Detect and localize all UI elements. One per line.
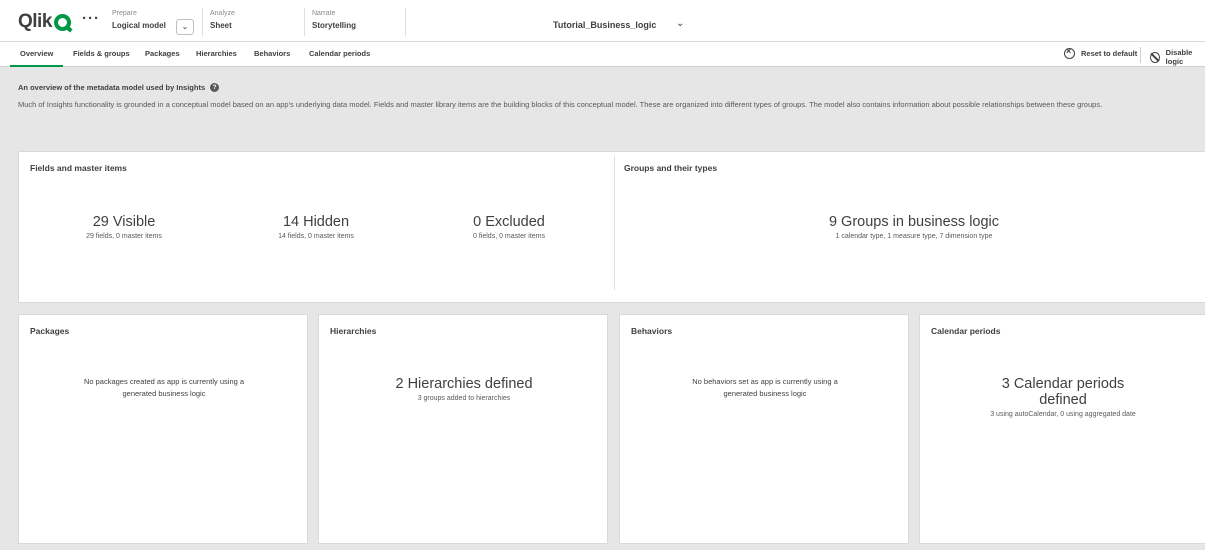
logo-text: Qlik bbox=[18, 11, 52, 32]
intro-title: An overview of the metadata model used b… bbox=[18, 83, 220, 92]
hierarchies-detail: 3 groups added to hierarchies bbox=[417, 395, 511, 402]
hidden-detail: 14 fields, 0 master items bbox=[278, 233, 354, 240]
intro-title-text: An overview of the metadata model used b… bbox=[18, 83, 206, 92]
packages-message: No packages created as app is currently … bbox=[83, 377, 245, 398]
hierarchies-stat: 2 Hierarchies defined 3 groups added to … bbox=[364, 376, 564, 404]
excluded-detail: 0 fields, 0 master items bbox=[473, 233, 545, 240]
hierarchies-card: Hierarchies 2 Hierarchies defined 3 grou… bbox=[318, 314, 608, 544]
tab-behaviors[interactable]: Behaviors bbox=[254, 49, 290, 58]
calendar-card-title: Calendar periods bbox=[931, 326, 1001, 336]
intro-description: Much of Insights functionality is ground… bbox=[18, 100, 1103, 109]
nav-narrate-value: Storytelling bbox=[312, 21, 357, 30]
excluded-stat: 0 Excluded 0 fields, 0 master items bbox=[419, 214, 599, 242]
top-bar: Qlik ··· Prepare Logical model ⌄ Analyze… bbox=[0, 0, 1205, 42]
groups-stat: 9 Groups in business logic 1 calendar ty… bbox=[774, 214, 1054, 242]
behaviors-card-title: Behaviors bbox=[631, 326, 673, 336]
disable-label: Disable logic bbox=[1165, 48, 1193, 66]
calendar-detail: 3 using autoCalendar, 0 using aggregated… bbox=[990, 411, 1136, 418]
qlik-q-icon bbox=[53, 13, 71, 31]
hierarchies-card-title: Hierarchies bbox=[330, 326, 377, 336]
fields-groups-card: Fields and master items Groups and their… bbox=[18, 151, 1205, 303]
tab-bar: Overview Fields & groups Packages Hierar… bbox=[0, 42, 1205, 67]
groups-value: 9 Groups in business logic bbox=[828, 214, 1000, 230]
app-title-chevron-icon[interactable]: ⌄ bbox=[676, 18, 684, 29]
action-separator bbox=[1140, 47, 1141, 63]
tab-calendar-periods[interactable]: Calendar periods bbox=[309, 49, 370, 58]
more-options-button[interactable]: ··· bbox=[82, 10, 100, 27]
nav-prepare-caption: Prepare bbox=[112, 10, 137, 17]
excluded-value: 0 Excluded bbox=[473, 214, 545, 230]
nav-separator bbox=[405, 8, 406, 36]
nav-narrate[interactable]: Narrate Storytelling bbox=[312, 5, 404, 37]
disable-logic-button[interactable]: Disable logic bbox=[1150, 48, 1205, 66]
visible-detail: 29 fields, 0 master items bbox=[86, 233, 162, 240]
nav-narrate-caption: Narrate bbox=[312, 10, 336, 17]
card-divider bbox=[614, 156, 615, 290]
behaviors-card: Behaviors No behaviors set as app is cur… bbox=[619, 314, 909, 544]
app-title[interactable]: Tutorial_Business_logic bbox=[553, 20, 656, 30]
tab-overview[interactable]: Overview bbox=[9, 49, 64, 67]
nav-analyze-caption: Analyze bbox=[210, 10, 235, 17]
calendar-value: 3 Calendar periods defined bbox=[1001, 376, 1125, 408]
nav-separator bbox=[304, 8, 305, 36]
nav-analyze[interactable]: Analyze Sheet bbox=[210, 5, 300, 37]
packages-card: Packages No packages created as app is c… bbox=[18, 314, 308, 544]
qlik-logo[interactable]: Qlik bbox=[18, 11, 71, 33]
behaviors-message: No behaviors set as app is currently usi… bbox=[692, 377, 838, 398]
chevron-down-icon: ⌄ bbox=[181, 22, 189, 31]
calendar-stat: 3 Calendar periods defined 3 using autoC… bbox=[988, 376, 1138, 420]
hierarchies-value: 2 Hierarchies defined bbox=[395, 376, 533, 392]
tab-hierarchies[interactable]: Hierarchies bbox=[196, 49, 237, 58]
calendar-periods-card: Calendar periods 3 Calendar periods defi… bbox=[919, 314, 1205, 544]
nav-separator bbox=[202, 8, 203, 36]
hidden-value: 14 Hidden bbox=[282, 214, 350, 230]
help-icon[interactable]: ? bbox=[210, 83, 220, 92]
reset-icon bbox=[1064, 46, 1075, 59]
groups-card-title: Groups and their types bbox=[624, 163, 718, 173]
prepare-dropdown-button[interactable]: ⌄ bbox=[176, 19, 194, 35]
visible-stat: 29 Visible 29 fields, 0 master items bbox=[34, 214, 214, 242]
reset-to-default-button[interactable]: Reset to default bbox=[1064, 46, 1138, 59]
tab-packages[interactable]: Packages bbox=[145, 49, 180, 58]
groups-detail: 1 calendar type, 1 measure type, 7 dimen… bbox=[835, 233, 993, 240]
nav-analyze-value: Sheet bbox=[210, 21, 232, 30]
packages-card-title: Packages bbox=[30, 326, 70, 336]
fields-card-title: Fields and master items bbox=[30, 163, 127, 173]
reset-label: Reset to default bbox=[1081, 49, 1138, 58]
disable-icon bbox=[1150, 51, 1160, 63]
tab-fields-groups[interactable]: Fields & groups bbox=[73, 49, 130, 58]
hidden-stat: 14 Hidden 14 fields, 0 master items bbox=[226, 214, 406, 242]
visible-value: 29 Visible bbox=[92, 214, 156, 230]
